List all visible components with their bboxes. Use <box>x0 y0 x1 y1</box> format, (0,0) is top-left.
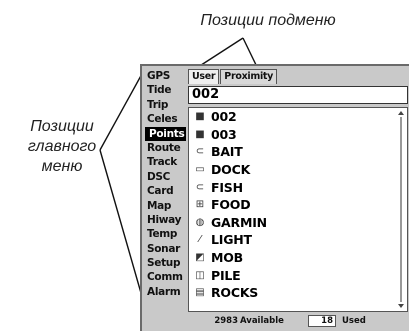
waypoint-name: FOOD <box>211 197 251 213</box>
main-menu-item-temp[interactable]: Temp <box>145 227 186 241</box>
available-label: Available <box>240 316 284 326</box>
main-menu-item-card[interactable]: Card <box>145 184 186 198</box>
main-menu-item-alarm[interactable]: Alarm <box>145 285 186 299</box>
main-menu-item-trip[interactable]: Trip <box>145 98 186 112</box>
scroll-down-arrow-icon[interactable] <box>398 304 404 308</box>
list-item[interactable]: ◫ PILE <box>189 266 407 284</box>
available-count: 2983 <box>214 316 238 326</box>
list-item[interactable]: ⊂ BAIT <box>189 143 407 161</box>
status-bar: 2983 Available 18 Used <box>188 314 408 328</box>
scroll-up-arrow-icon[interactable] <box>398 111 404 115</box>
waypoint-name: DOCK <box>211 162 251 178</box>
main-menu-item-setup[interactable]: Setup <box>145 256 186 270</box>
fish-hook-icon: ⊂ <box>195 146 205 158</box>
submenu-tabs: User Proximity <box>188 69 278 84</box>
tab-proximity[interactable]: Proximity <box>220 69 278 84</box>
list-item[interactable]: ■ 003 <box>189 126 407 144</box>
food-icon: ⊞ <box>195 199 205 211</box>
main-menu-item-points[interactable]: Points <box>145 126 186 141</box>
tab-user[interactable]: User <box>188 69 220 84</box>
waypoint-search-field[interactable]: 002 <box>188 86 408 104</box>
square-icon: ■ <box>195 128 205 140</box>
used-label: Used <box>342 316 366 326</box>
submenu-caption: Позиции подменю <box>200 12 336 29</box>
main-menu-item-dsc[interactable]: DSC <box>145 170 186 184</box>
waypoint-name: BAIT <box>211 144 243 160</box>
main-menu-item-sonar[interactable]: Sonar <box>145 242 186 256</box>
waypoint-name: PILE <box>211 267 241 283</box>
main-menu-item-track[interactable]: Track <box>145 155 186 169</box>
main-menu-item-map[interactable]: Map <box>145 199 186 213</box>
mob-icon: ◩ <box>195 252 205 264</box>
used-count: 18 <box>308 315 336 327</box>
main-menu: GPS Tide Trip Celes Points Route Track D… <box>145 69 186 299</box>
waypoint-name: MOB <box>211 250 243 266</box>
list-scrollbar[interactable] <box>398 111 404 308</box>
pile-icon: ◫ <box>195 269 205 281</box>
waypoint-name: FISH <box>211 179 243 195</box>
list-item[interactable]: ▤ ROCKS <box>189 284 407 302</box>
waypoint-list: ■ 002 ■ 003 ⊂ BAIT ▭ DOCK ⊂ FISH ⊞ FOOD ◍ GARMI… <box>188 107 408 312</box>
waypoint-name: ROCKS <box>211 285 259 301</box>
main-menu-item-gps[interactable]: GPS <box>145 69 186 83</box>
scroll-track[interactable] <box>400 117 402 302</box>
list-item[interactable]: ■ 002 <box>189 108 407 126</box>
list-item[interactable]: ⁄ LIGHT <box>189 231 407 249</box>
main-menu-item-celes[interactable]: Celes <box>145 112 186 126</box>
gps-screen: GPS Tide Trip Celes Points Route Track D… <box>140 64 409 331</box>
garmin-icon: ◍ <box>195 216 205 228</box>
main-menu-item-hiway[interactable]: Hiway <box>145 213 186 227</box>
rocks-icon: ▤ <box>195 287 205 299</box>
square-icon: ■ <box>195 111 205 123</box>
main-menu-item-tide[interactable]: Tide <box>145 83 186 97</box>
light-icon: ⁄ <box>199 234 201 246</box>
waypoint-name: 003 <box>211 126 237 142</box>
list-item[interactable]: ▭ DOCK <box>189 161 407 179</box>
waypoint-name: 002 <box>211 109 237 125</box>
waypoint-name: LIGHT <box>211 232 252 248</box>
list-item[interactable]: ⊞ FOOD <box>189 196 407 214</box>
list-item[interactable]: ⊂ FISH <box>189 178 407 196</box>
main-menu-caption-line: главного <box>27 138 97 155</box>
main-menu-caption: Позиции главного меню <box>3 117 121 177</box>
main-menu-item-comm[interactable]: Comm <box>145 270 186 284</box>
list-item[interactable]: ◍ GARMIN <box>189 214 407 232</box>
main-menu-caption-line: меню <box>41 158 83 175</box>
list-item[interactable]: ◩ MOB <box>189 249 407 267</box>
main-menu-item-route[interactable]: Route <box>145 141 186 155</box>
waypoint-name: GARMIN <box>211 214 267 230</box>
main-menu-caption-line: Позиции <box>30 118 94 135</box>
fish-icon: ⊂ <box>195 181 205 193</box>
dock-icon: ▭ <box>195 164 205 176</box>
